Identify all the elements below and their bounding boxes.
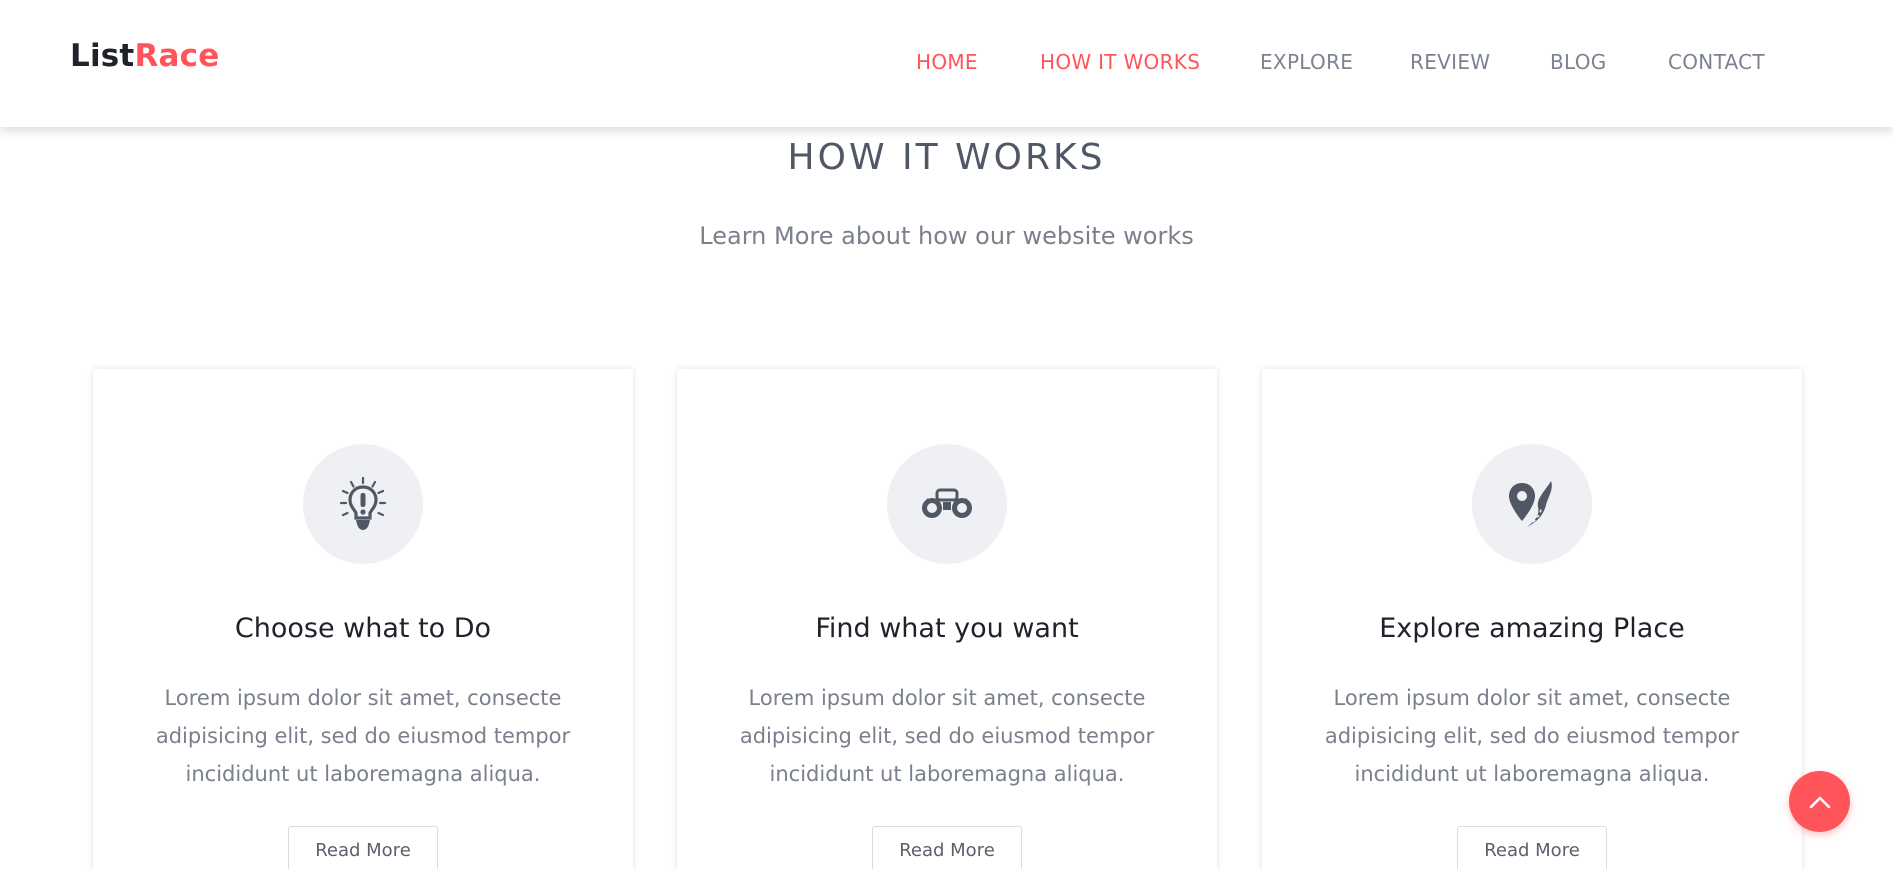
chevron-up-icon bbox=[1809, 796, 1830, 808]
section-title: HOW IT WORKS bbox=[787, 137, 1106, 178]
scroll-to-top-button[interactable] bbox=[1789, 771, 1850, 832]
feature-card-choose: Choose what to Do Lorem ipsum dolor sit … bbox=[93, 369, 633, 869]
feature-card-title: Explore amazing Place bbox=[1379, 613, 1685, 644]
main-nav: HOME HOW IT WORKS EXPLORE REVIEW BLOG CO… bbox=[0, 50, 1893, 80]
lightbulb-icon bbox=[339, 477, 387, 530]
nav-item-blog[interactable]: BLOG bbox=[1550, 50, 1607, 74]
feature-card-text: Lorem ipsum dolor sit amet, consecte adi… bbox=[155, 686, 571, 786]
feature-card-title: Find what you want bbox=[815, 613, 1079, 644]
read-more-button[interactable]: Read More bbox=[288, 826, 438, 869]
nav-item-contact[interactable]: CONTACT bbox=[1668, 50, 1765, 74]
nav-item-review[interactable]: REVIEW bbox=[1410, 50, 1490, 74]
map-pin-road-icon bbox=[1509, 481, 1552, 527]
nav-item-explore[interactable]: EXPLORE bbox=[1260, 50, 1353, 74]
nav-item-home[interactable]: HOME bbox=[916, 50, 978, 74]
feature-icon-circle bbox=[887, 444, 1007, 564]
site-header: ListRace HOME HOW IT WORKS EXPLORE REVIE… bbox=[0, 0, 1893, 127]
feature-icon-circle bbox=[303, 444, 423, 564]
nav-item-how-it-works[interactable]: HOW IT WORKS bbox=[1040, 50, 1200, 74]
feature-card-find: Find what you want Lorem ipsum dolor sit… bbox=[677, 369, 1217, 869]
feature-card-text: Lorem ipsum dolor sit amet, consecte adi… bbox=[1324, 686, 1740, 786]
read-more-button[interactable]: Read More bbox=[1457, 826, 1607, 869]
feature-icon-circle bbox=[1472, 444, 1592, 564]
feature-card-text: Lorem ipsum dolor sit amet, consecte adi… bbox=[739, 686, 1155, 786]
feature-card-explore: Explore amazing Place Lorem ipsum dolor … bbox=[1262, 369, 1802, 869]
section-subtitle: Learn More about how our website works bbox=[699, 222, 1194, 250]
binoculars-icon bbox=[922, 488, 972, 518]
feature-card-title: Choose what to Do bbox=[234, 613, 492, 644]
read-more-button[interactable]: Read More bbox=[872, 826, 1022, 869]
